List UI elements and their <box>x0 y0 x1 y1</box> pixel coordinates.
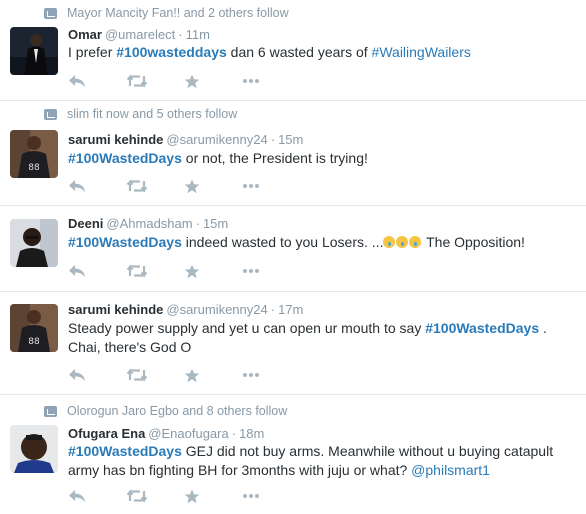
timestamp[interactable]: 17m <box>278 302 303 317</box>
tweet-text: #100WastedDays or not, the President is … <box>68 149 573 168</box>
tweet[interactable]: Mayor Mancity Fan!! and 2 others follow … <box>0 0 586 101</box>
reply-icon[interactable] <box>68 488 126 504</box>
timestamp[interactable]: 11m <box>186 27 210 42</box>
tweet-feed: Mayor Mancity Fan!! and 2 others follow … <box>0 0 586 514</box>
follow-context-text: Mayor Mancity Fan!! and 2 others follow <box>67 6 289 20</box>
mention-link[interactable]: @philsmart1 <box>411 462 490 478</box>
tweet[interactable]: Olorogun Jaro Egbo and 8 others follow O… <box>0 395 586 514</box>
follow-context-text: slim fit now and 5 others follow <box>67 107 238 121</box>
tweet-actions <box>68 73 300 89</box>
author-handle[interactable]: @Enaofugara <box>148 426 228 441</box>
more-icon[interactable] <box>242 488 300 504</box>
favorite-icon[interactable] <box>184 178 242 194</box>
timestamp[interactable]: 15m <box>203 216 228 231</box>
tweet-text: I prefer #100wasteddays dan 6 wasted yea… <box>68 43 573 62</box>
hashtag-link[interactable]: #100wasteddays <box>116 44 227 60</box>
avatar[interactable] <box>10 27 58 75</box>
retweet-icon[interactable] <box>126 178 184 194</box>
tweet-text: #100WastedDays indeed wasted to you Lose… <box>68 233 573 252</box>
follow-context-text: Olorogun Jaro Egbo and 8 others follow <box>67 404 288 418</box>
follow-context: slim fit now and 5 others follow <box>44 107 237 121</box>
author-handle[interactable]: @umarelect <box>105 27 175 42</box>
tweet-actions <box>68 488 300 504</box>
text-segment: I prefer <box>68 44 117 60</box>
favorite-icon[interactable] <box>184 73 242 89</box>
tweet-text: Steady power supply and yet u can open u… <box>68 319 573 357</box>
crying-emoji-icon <box>383 236 396 248</box>
author-name[interactable]: sarumi kehinde <box>68 302 163 317</box>
tweet-actions <box>68 367 300 383</box>
author-name[interactable]: Ofugara Ena <box>68 426 145 441</box>
retweet-icon[interactable] <box>126 488 184 504</box>
retweet-icon[interactable] <box>126 367 184 383</box>
separator-dot: · <box>195 216 200 231</box>
avatar[interactable]: 88 <box>10 304 58 352</box>
avatar[interactable] <box>10 219 58 267</box>
text-segment: Steady power supply and yet u can open u… <box>68 320 426 336</box>
follow-context: Mayor Mancity Fan!! and 2 others follow <box>44 6 289 20</box>
author-handle[interactable]: @sarumikenny24 <box>166 302 267 317</box>
separator-dot: · <box>178 27 183 42</box>
more-icon[interactable] <box>242 178 300 194</box>
follow-context-icon <box>44 7 57 19</box>
author-name[interactable]: Omar <box>68 27 102 42</box>
author-handle[interactable]: @Ahmadsham <box>106 216 192 231</box>
more-icon[interactable] <box>242 73 300 89</box>
avatar[interactable] <box>10 425 58 473</box>
crying-emoji-icon <box>396 236 409 248</box>
separator-dot: · <box>231 426 237 441</box>
hashtag-link[interactable]: #100WastedDays <box>68 150 182 166</box>
text-segment: dan 6 wasted years of <box>226 44 372 60</box>
hashtag-link[interactable]: #100WastedDays <box>425 320 539 336</box>
reply-icon[interactable] <box>68 178 126 194</box>
timestamp[interactable]: 15m <box>278 132 303 147</box>
author-handle[interactable]: @sarumikenny24 <box>166 132 267 147</box>
favorite-icon[interactable] <box>184 263 242 279</box>
hashtag-link[interactable]: #100WastedDays <box>68 443 182 459</box>
reply-icon[interactable] <box>68 367 126 383</box>
svg-text:88: 88 <box>28 337 40 347</box>
retweet-icon[interactable] <box>126 263 184 279</box>
tweet[interactable]: 88 sarumi kehinde @sarumikenny24 · 17m Stea… <box>0 292 586 395</box>
follow-context-icon <box>44 405 57 417</box>
author-name[interactable]: sarumi kehinde <box>68 132 163 147</box>
separator-dot: · <box>270 132 276 147</box>
svg-text:88: 88 <box>28 163 40 173</box>
author-name[interactable]: Deeni <box>68 216 103 231</box>
tweet[interactable]: slim fit now and 5 others follow 88 saru… <box>0 101 586 206</box>
avatar[interactable]: 88 <box>10 130 58 178</box>
text-segment: indeed wasted to you Losers. ... <box>181 234 384 250</box>
crying-emoji-icon <box>409 236 422 248</box>
timestamp[interactable]: 18m <box>239 426 264 441</box>
retweet-icon[interactable] <box>126 73 184 89</box>
more-icon[interactable] <box>242 367 300 383</box>
follow-context: Olorogun Jaro Egbo and 8 others follow <box>44 404 287 418</box>
reply-icon[interactable] <box>68 263 126 279</box>
text-segment: or not, the President is trying! <box>181 150 368 166</box>
favorite-icon[interactable] <box>184 367 242 383</box>
tweet-text: #100WastedDays GEJ did not buy arms. Mea… <box>68 442 573 480</box>
tweet-actions <box>68 263 300 279</box>
separator-dot: · <box>270 302 276 317</box>
reply-icon[interactable] <box>68 73 126 89</box>
tweet-actions <box>68 178 300 194</box>
follow-context-icon <box>44 108 57 120</box>
more-icon[interactable] <box>242 263 300 279</box>
text-segment: The Opposition! <box>422 234 525 250</box>
hashtag-link[interactable]: #100WastedDays <box>68 234 182 250</box>
favorite-icon[interactable] <box>184 488 242 504</box>
tweet[interactable]: Deeni @Ahmadsham · 15m #100WastedDays indee… <box>0 206 586 292</box>
mention-link[interactable]: #WailingWailers <box>372 44 471 60</box>
